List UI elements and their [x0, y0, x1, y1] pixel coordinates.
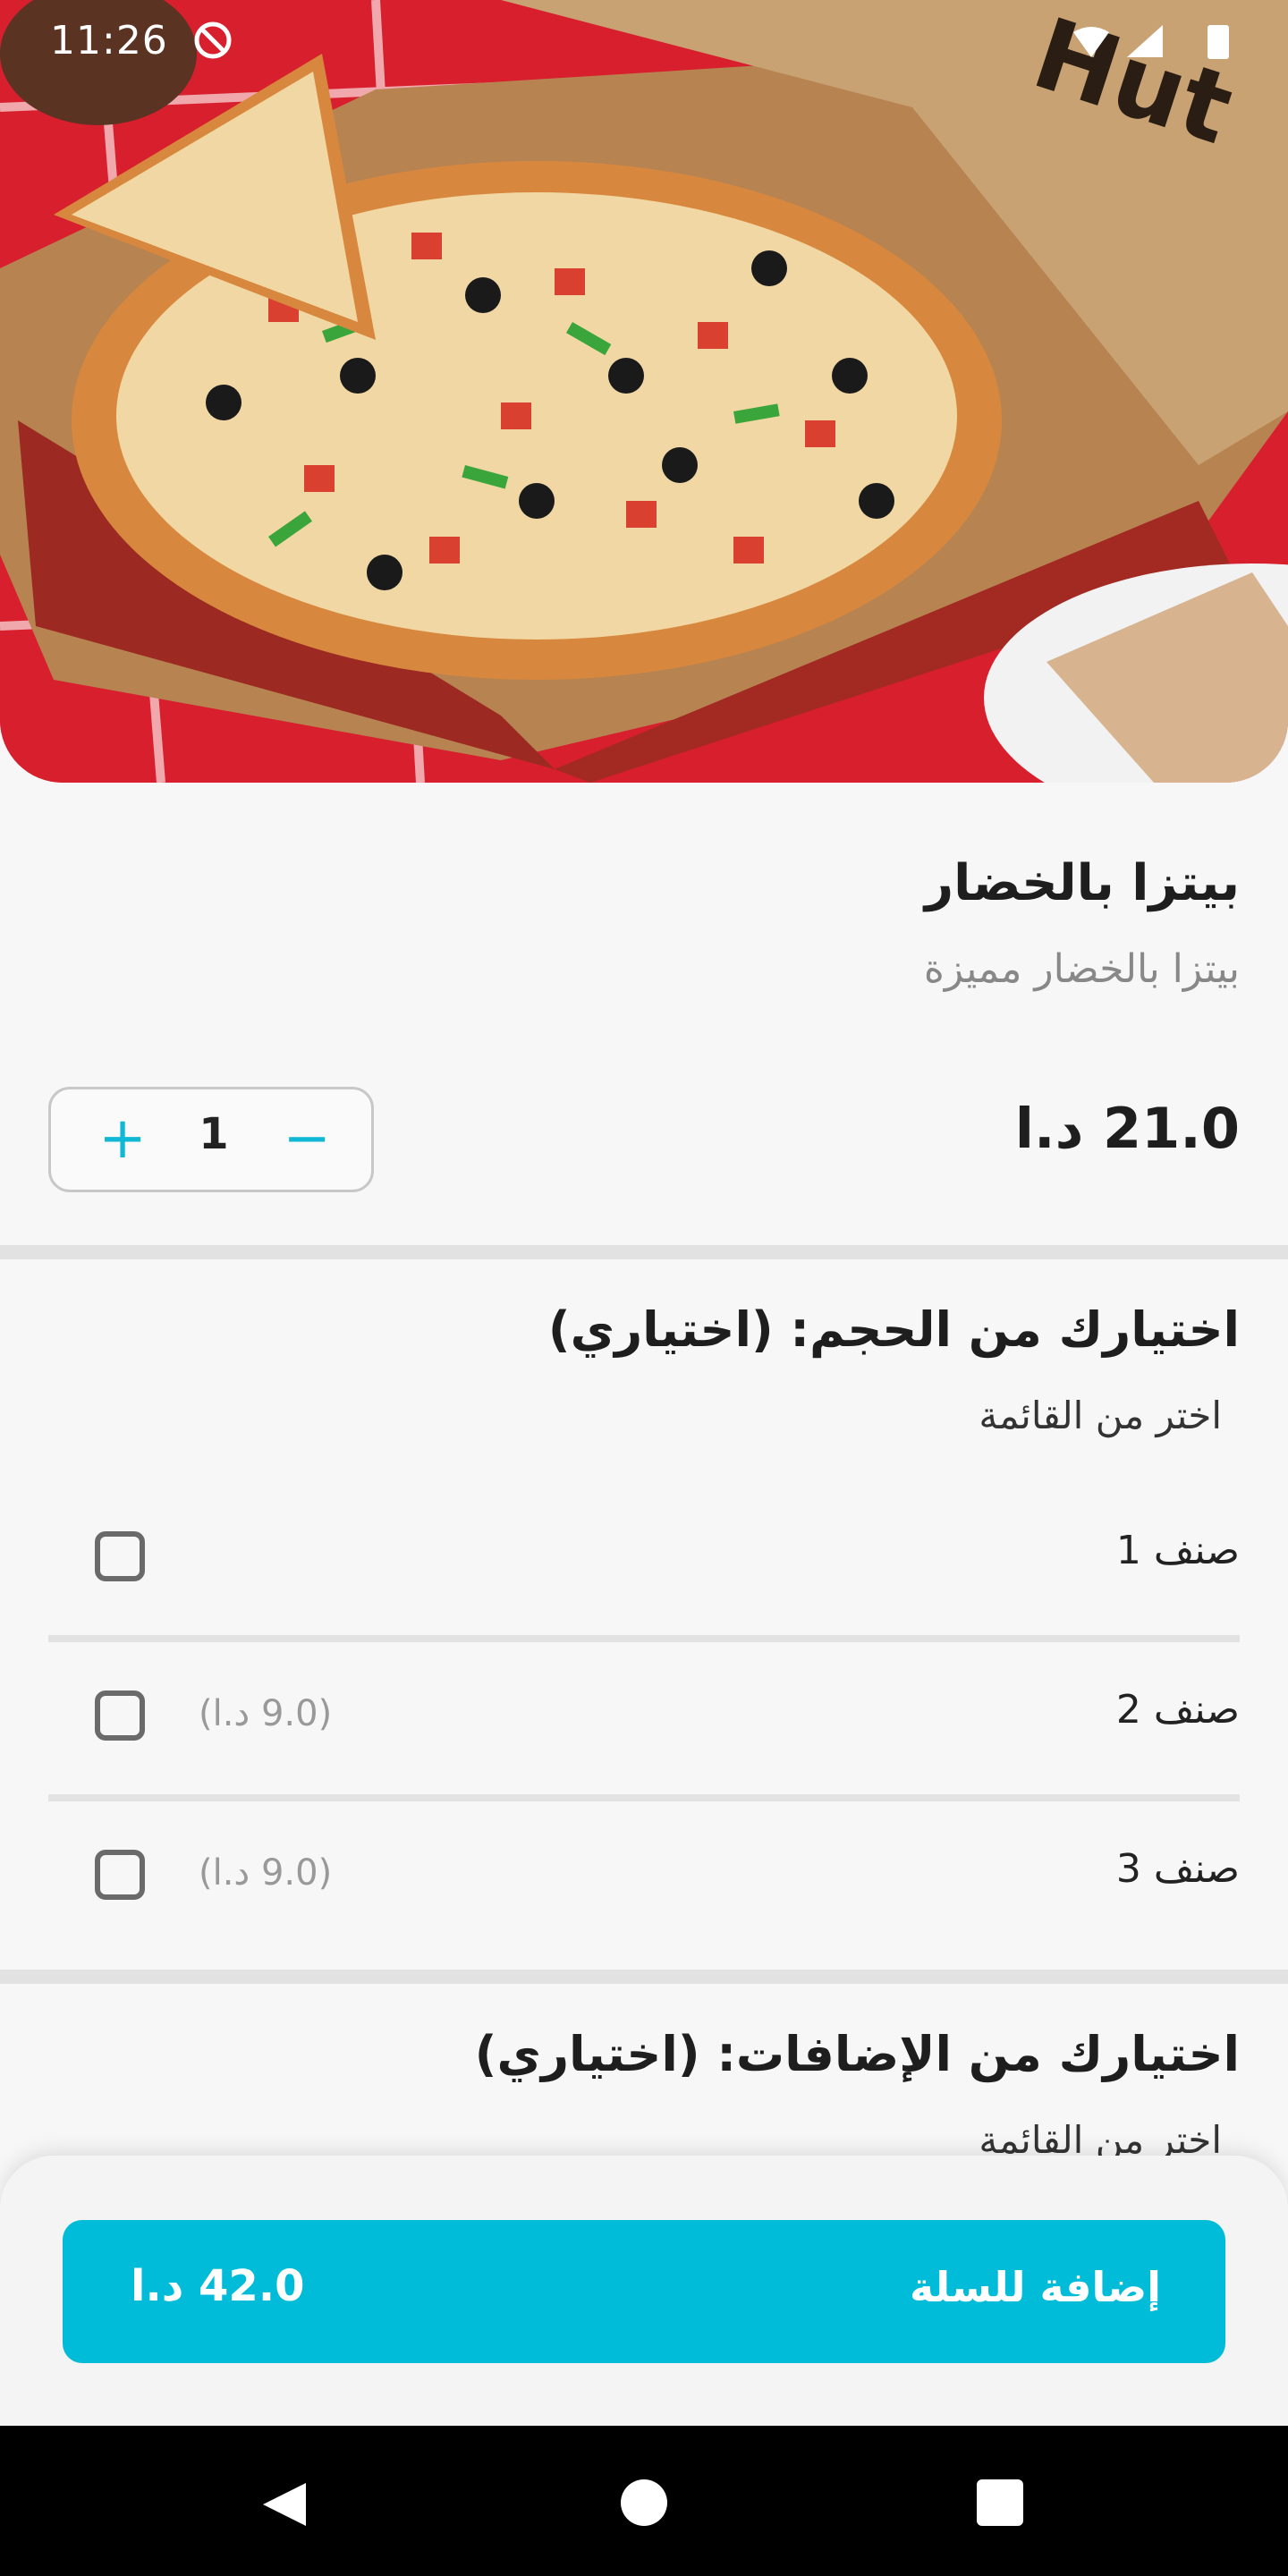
add-to-cart-button[interactable]: إضافة للسلة 42.0 د.ا — [63, 2220, 1225, 2363]
product-title: بيتزا بالخضار — [924, 854, 1240, 912]
option-divider — [48, 1794, 1240, 1801]
option-label: صنف 1 — [1115, 1528, 1240, 1573]
option-checkbox[interactable] — [95, 1690, 145, 1741]
product-price: 21.0 د.ا — [1014, 1096, 1240, 1161]
quantity-stepper[interactable]: + 1 − — [48, 1087, 374, 1192]
quantity-value: 1 — [199, 1109, 229, 1159]
size-section-title: اختيارك من الحجم: (اختياري) — [547, 1301, 1240, 1358]
cart-total: 42.0 د.ا — [131, 2261, 305, 2311]
navigation-bar — [0, 2426, 1288, 2576]
option-label: صنف 3 — [1115, 1846, 1240, 1892]
wifi-icon — [1073, 27, 1109, 57]
do-not-disturb-icon — [194, 21, 232, 59]
battery-icon — [1208, 25, 1229, 59]
option-checkbox[interactable] — [95, 1850, 145, 1900]
section-divider — [0, 1245, 1288, 1259]
option-label: صنف 2 — [1115, 1687, 1240, 1733]
addons-section-title: اختيارك من الإضافات: (اختياري) — [474, 2026, 1240, 2082]
minus-icon[interactable]: − — [280, 1110, 334, 1167]
plus-icon[interactable]: + — [96, 1110, 149, 1167]
status-time: 11:26 — [50, 18, 168, 64]
product-image: Hut — [0, 0, 1288, 783]
add-to-cart-label: إضافة للسلة — [909, 2263, 1161, 2311]
back-icon[interactable] — [259, 2479, 309, 2529]
signal-icon — [1127, 25, 1163, 57]
status-bar: 11:26 — [0, 0, 1288, 86]
option-divider — [48, 1635, 1240, 1642]
product-description: بيتزا بالخضار مميزة — [923, 946, 1240, 992]
option-price: (9.0 د.ا) — [199, 1852, 333, 1894]
recent-apps-icon[interactable] — [977, 2479, 1023, 2526]
option-checkbox[interactable] — [95, 1531, 145, 1581]
status-icons — [1073, 25, 1229, 59]
option-price: (9.0 د.ا) — [199, 1693, 333, 1734]
pizza-illustration: Hut — [0, 0, 1288, 783]
size-section-subtitle: اختر من القائمة — [979, 1394, 1222, 1437]
section-divider — [0, 1970, 1288, 1984]
home-icon[interactable] — [621, 2479, 667, 2526]
